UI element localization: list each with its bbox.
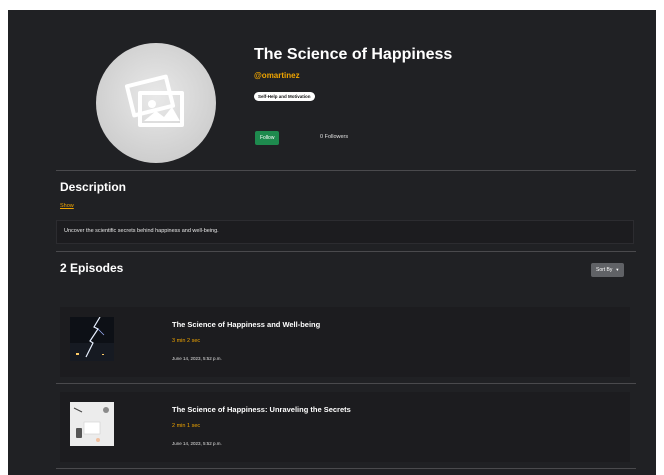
image-placeholder-icon — [124, 74, 184, 127]
episode-card[interactable]: The Science of Happiness: Unraveling the… — [60, 392, 630, 462]
episode-title[interactable]: The Science of Happiness and Well-being — [172, 320, 320, 329]
episode-title[interactable]: The Science of Happiness: Unraveling the… — [172, 405, 351, 414]
followers-count: 0 Followers — [320, 134, 349, 140]
lightning-storm-image — [70, 317, 114, 361]
sort-by-dropdown[interactable]: Sort By ▼ — [591, 263, 625, 277]
description-text: Uncover the scientific secrets behind ha… — [64, 228, 219, 234]
episode-card[interactable]: The Science of Happiness and Well-being … — [60, 307, 630, 377]
episodes-heading: 2 Episodes — [60, 261, 124, 275]
episode-date: June 14, 2023, 5:52 p.m. — [172, 356, 222, 361]
episode-date: June 14, 2023, 5:52 p.m. — [172, 441, 222, 446]
caret-down-icon: ▼ — [615, 267, 620, 272]
category-badge: Self-Help and Motivation — [254, 92, 315, 101]
episode-duration: 3 min 2 sec — [172, 338, 201, 344]
episode-thumbnail — [70, 317, 114, 361]
sort-by-label: Sort By — [596, 267, 613, 273]
podcast-page: The Science of Happiness @omartinez Self… — [8, 10, 656, 475]
description-heading: Description — [60, 180, 127, 194]
description-box: Uncover the scientific secrets behind ha… — [56, 220, 634, 244]
podcast-cover — [96, 43, 216, 163]
episode-thumbnail — [70, 402, 114, 446]
description-toggle-link[interactable]: Show — [60, 203, 74, 209]
podcast-title: The Science of Happiness — [254, 46, 453, 63]
author-handle[interactable]: @omartinez — [254, 71, 300, 80]
follow-button[interactable]: Follow — [255, 131, 280, 145]
episode-duration: 2 min 1 sec — [172, 423, 201, 429]
header-divider — [56, 170, 636, 171]
desk-flatlay-image — [70, 402, 114, 446]
episode-divider — [56, 468, 636, 469]
description-divider — [56, 251, 636, 252]
episode-divider — [56, 383, 636, 384]
